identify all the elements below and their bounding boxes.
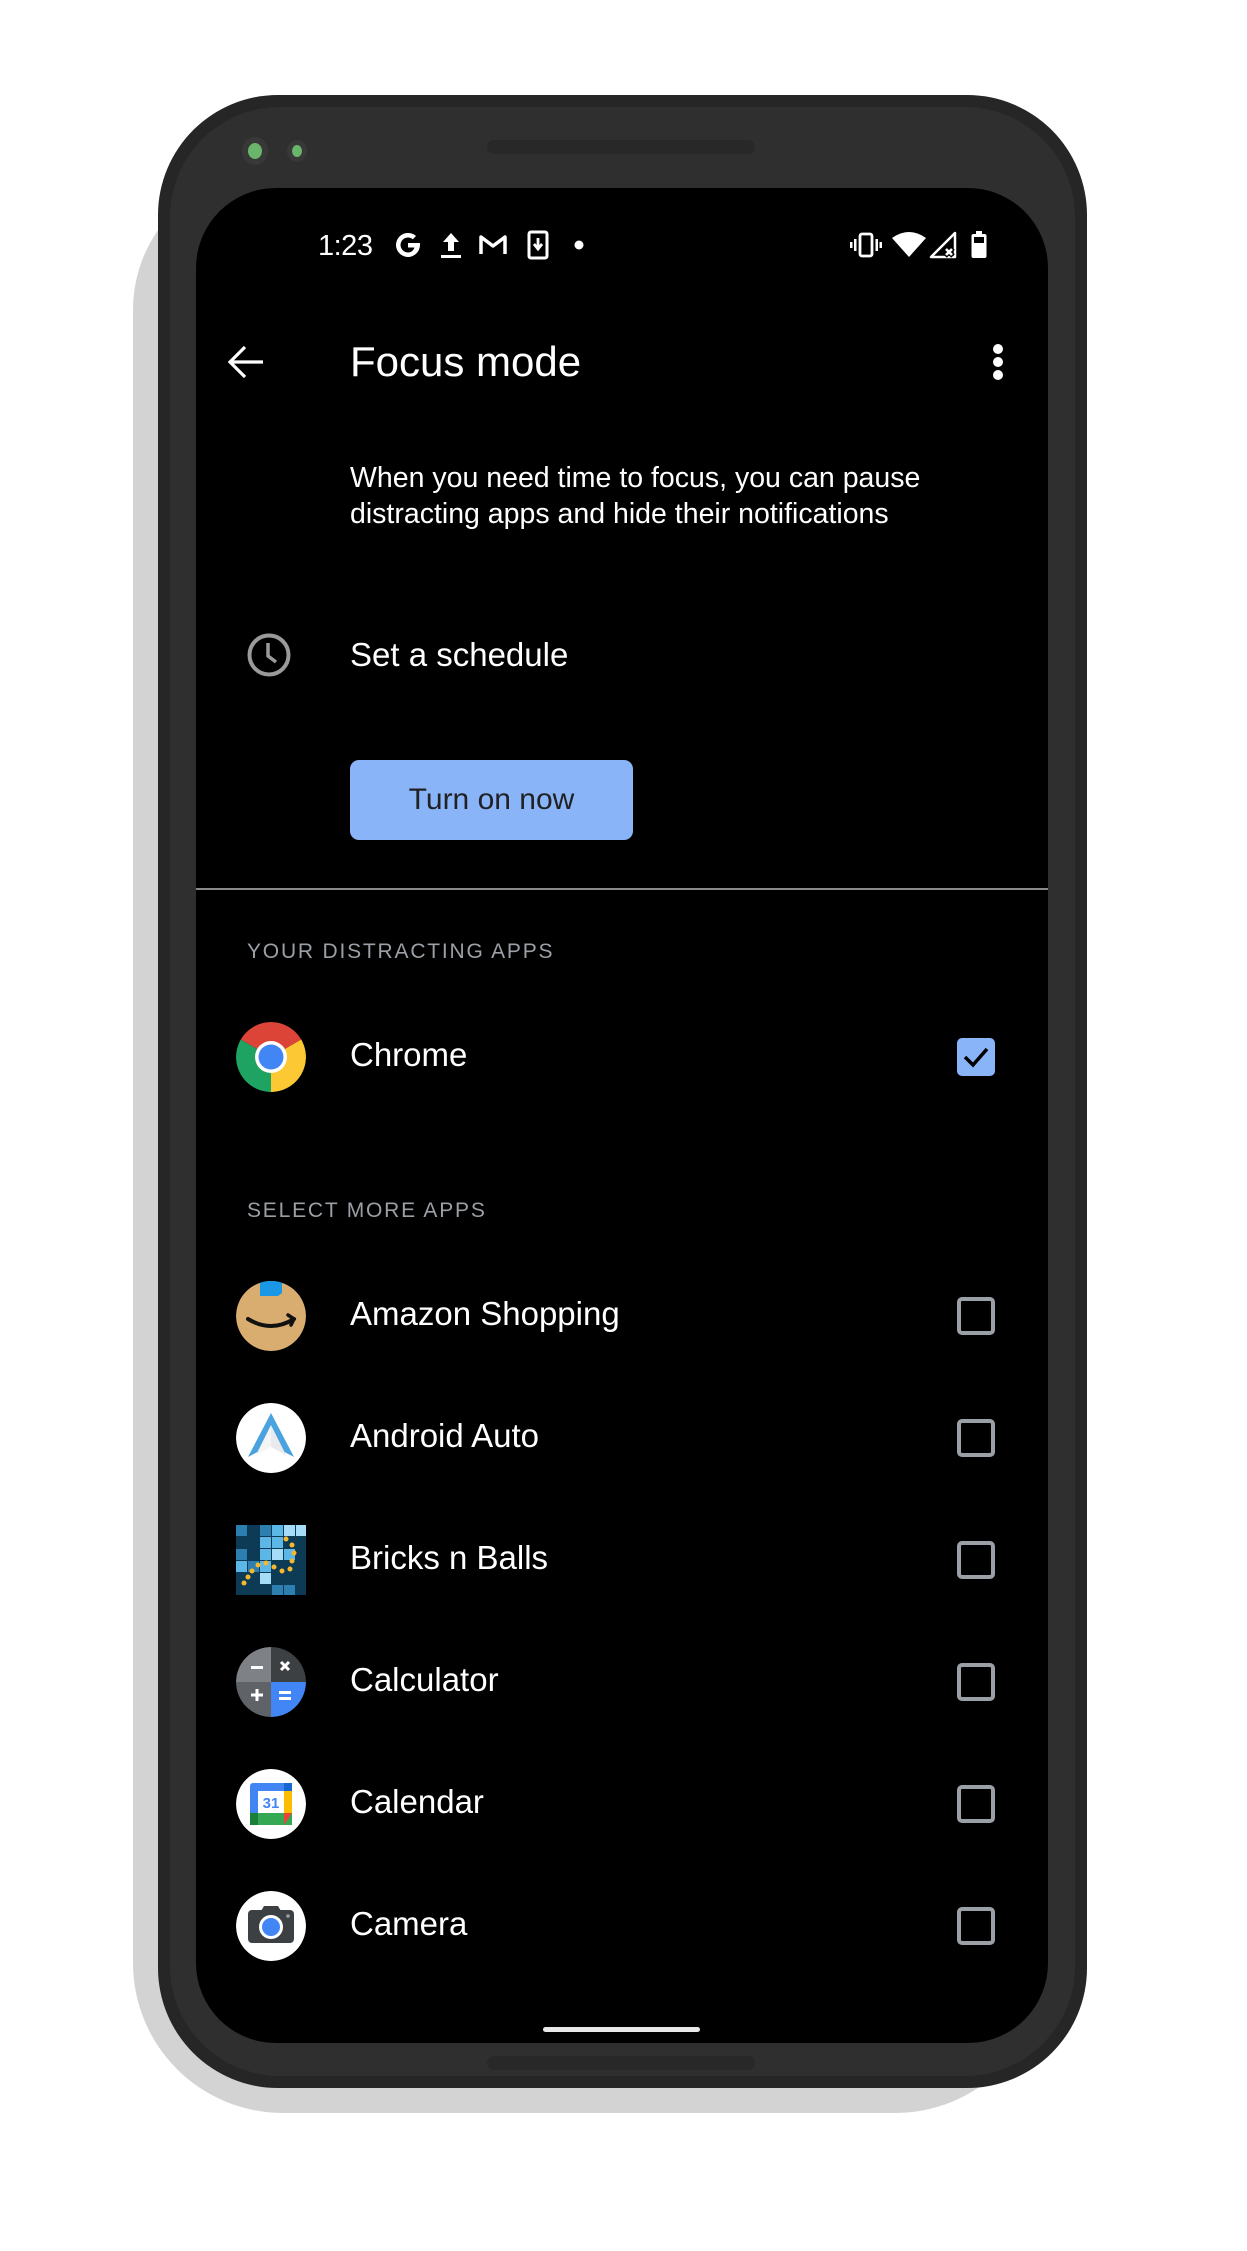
app-checkbox[interactable] bbox=[957, 1907, 995, 1945]
app-row-android-auto[interactable]: Android Auto bbox=[196, 1383, 1048, 1493]
gmail-icon bbox=[478, 230, 508, 260]
app-label: Calendar bbox=[350, 1783, 484, 1820]
app-label: Camera bbox=[350, 1905, 468, 1942]
back-button[interactable] bbox=[224, 340, 268, 384]
download-to-phone-icon bbox=[527, 230, 549, 260]
section-divider bbox=[196, 888, 1048, 890]
app-label: Android Auto bbox=[350, 1417, 539, 1454]
home-indicator[interactable] bbox=[543, 2027, 700, 2032]
proximity-sensor bbox=[287, 140, 307, 162]
vibrate-icon bbox=[850, 230, 882, 260]
app-checkbox[interactable] bbox=[957, 1297, 995, 1335]
notification-dot-icon bbox=[574, 230, 584, 260]
calculator-icon bbox=[236, 1647, 306, 1717]
app-row-calculator[interactable]: Calculator bbox=[196, 1627, 1048, 1737]
app-label: Chrome bbox=[350, 1036, 468, 1073]
more-vert-icon bbox=[993, 344, 1003, 380]
set-schedule-row[interactable]: Set a schedule bbox=[196, 608, 1048, 702]
app-label: Amazon Shopping bbox=[350, 1295, 620, 1332]
turn-on-now-button[interactable]: Turn on now bbox=[350, 760, 633, 840]
amazon-icon bbox=[236, 1281, 306, 1351]
app-label: Calculator bbox=[350, 1661, 499, 1698]
upload-icon bbox=[439, 230, 463, 260]
app-row-calendar[interactable]: 31 Calendar bbox=[196, 1749, 1048, 1859]
description-text: When you need time to focus, you can pau… bbox=[350, 462, 921, 530]
select-more-apps-header: SELECT MORE APPS bbox=[247, 1199, 487, 1222]
bricks-n-balls-icon bbox=[236, 1525, 306, 1595]
clock-icon bbox=[247, 633, 291, 677]
earpiece-speaker bbox=[487, 140, 755, 154]
arrow-back-icon bbox=[227, 345, 263, 379]
front-camera bbox=[242, 137, 268, 165]
page-title: Focus mode bbox=[350, 338, 582, 385]
app-checkbox[interactable] bbox=[957, 1541, 995, 1579]
checkmark-icon bbox=[963, 1047, 989, 1068]
set-schedule-label: Set a schedule bbox=[350, 636, 569, 673]
camera-icon bbox=[236, 1891, 306, 1961]
app-checkbox[interactable] bbox=[957, 1419, 995, 1457]
google-icon bbox=[393, 230, 423, 260]
battery-icon bbox=[970, 230, 988, 260]
app-row-amazon-shopping[interactable]: Amazon Shopping bbox=[196, 1261, 1048, 1371]
calendar-date-badge: 31 bbox=[263, 1795, 280, 1812]
distracting-apps-header: YOUR DISTRACTING APPS bbox=[247, 940, 555, 963]
no-signal-icon bbox=[929, 230, 957, 260]
bottom-speaker bbox=[487, 2056, 755, 2070]
wifi-icon bbox=[892, 230, 926, 260]
app-row-camera[interactable]: Camera bbox=[196, 1871, 1048, 1981]
status-time: 1:23 bbox=[318, 230, 373, 262]
android-auto-icon bbox=[236, 1403, 306, 1473]
app-row-bricks-n-balls[interactable]: Bricks n Balls bbox=[196, 1505, 1048, 1615]
app-checkbox[interactable] bbox=[957, 1038, 995, 1076]
app-label: Bricks n Balls bbox=[350, 1539, 549, 1576]
app-checkbox[interactable] bbox=[957, 1785, 995, 1823]
chrome-icon bbox=[236, 1022, 306, 1092]
app-checkbox[interactable] bbox=[957, 1663, 995, 1701]
app-row-chrome[interactable]: Chrome bbox=[196, 1002, 1048, 1112]
more-options-button[interactable] bbox=[986, 338, 1010, 388]
calendar-icon: 31 bbox=[236, 1769, 306, 1839]
screen: 1:23 Focus mode When you need time to fo… bbox=[196, 188, 1048, 2043]
